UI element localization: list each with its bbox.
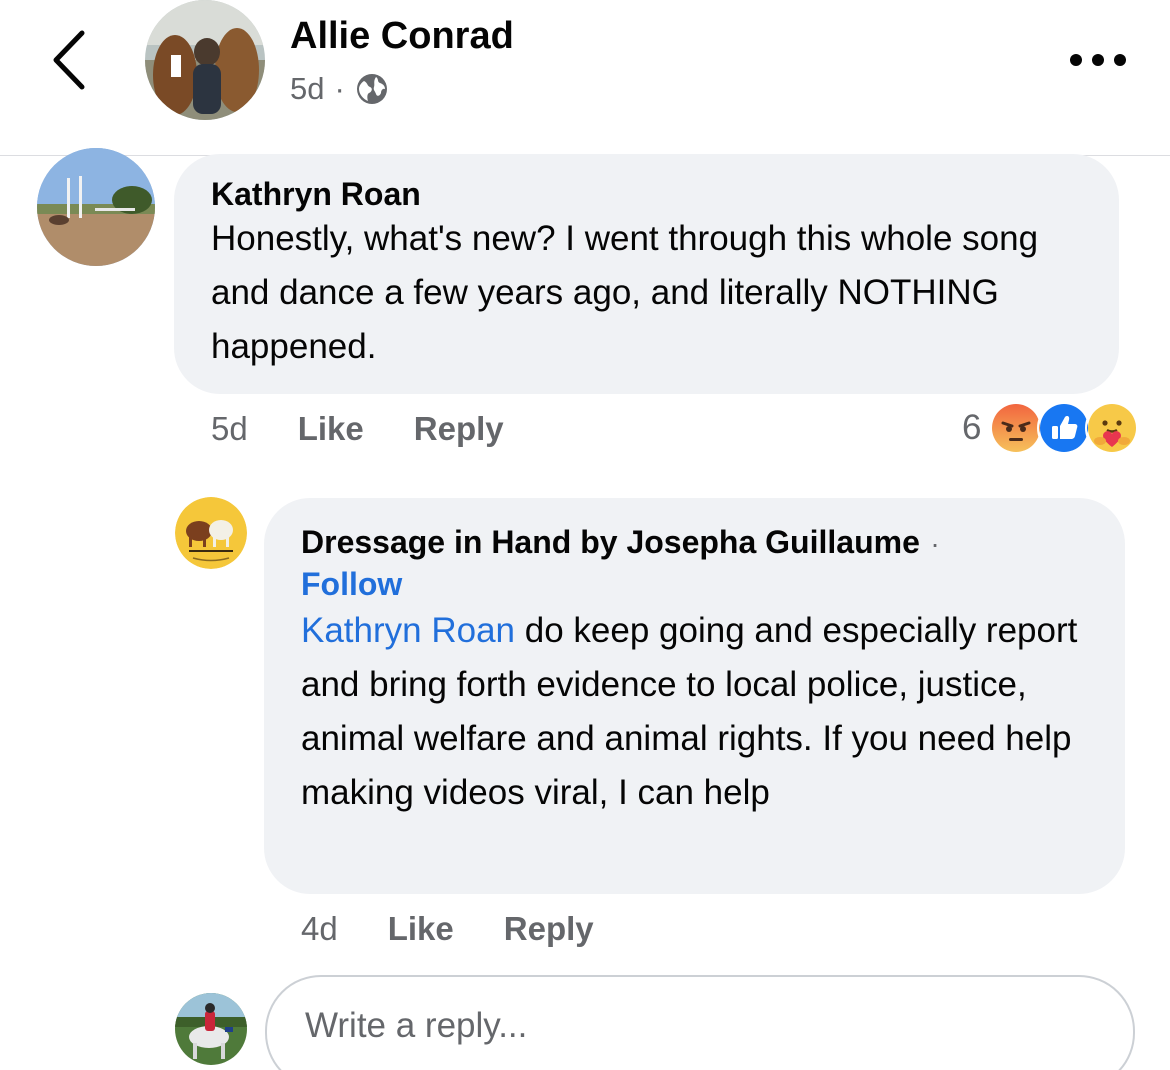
reaction-summary[interactable]: 6 [962, 401, 1140, 455]
back-button[interactable] [40, 25, 100, 95]
comment-text: Honestly, what's new? I went through thi… [211, 219, 1039, 366]
comment-time[interactable]: 5d [211, 410, 248, 448]
mention-link[interactable]: Kathryn Roan [301, 611, 515, 650]
reply-reply-button[interactable]: Reply [504, 910, 594, 948]
reply-input-container[interactable] [265, 975, 1135, 1070]
reply-button[interactable]: Reply [414, 410, 504, 448]
post-time[interactable]: 5d [290, 70, 324, 108]
more-horizontal-icon [1070, 54, 1126, 66]
reaction-count: 6 [962, 408, 982, 447]
commenter-avatar[interactable] [37, 148, 155, 266]
angry-reaction-icon [989, 401, 1044, 455]
reply-time[interactable]: 4d [301, 910, 338, 948]
globe-icon [356, 74, 387, 104]
follow-button[interactable]: Follow [301, 564, 402, 604]
comment-author[interactable]: Kathryn Roan [211, 174, 421, 214]
like-button[interactable]: Like [298, 410, 364, 448]
reply-like-button[interactable]: Like [388, 910, 454, 948]
page-avatar[interactable] [175, 497, 247, 569]
comment-thread-screen: Allie Conrad 5d · Kathryn Roan Honestly,… [0, 0, 1170, 1070]
care-reaction-icon [1085, 401, 1140, 455]
like-reaction-icon [1037, 401, 1092, 455]
current-user-avatar [175, 993, 247, 1065]
more-options-button[interactable] [1066, 45, 1130, 75]
author-name[interactable]: Allie Conrad [290, 12, 514, 60]
post-header: Allie Conrad 5d · [0, 0, 1170, 156]
author-avatar[interactable] [145, 0, 265, 120]
post-meta: 5d · [290, 70, 389, 108]
reply-input[interactable] [303, 1005, 1087, 1047]
reply-text-block: Kathryn Roan do keep going and especiall… [301, 604, 1101, 820]
comment-bubble: Kathryn Roan Honestly, what's new? I wen… [174, 154, 1119, 394]
comment-actions: 5d Like Reply [211, 410, 554, 448]
reply-header: Dressage in Hand by Josepha Guillaume · [301, 522, 940, 562]
reply-bubble: Dressage in Hand by Josepha Guillaume · … [264, 498, 1125, 894]
meta-separator: · [334, 71, 345, 106]
reply-separator: · [930, 528, 940, 559]
reply-author[interactable]: Dressage in Hand by Josepha Guillaume [301, 524, 920, 560]
chevron-left-icon [53, 30, 85, 90]
reply-actions: 4d Like Reply [301, 910, 644, 948]
